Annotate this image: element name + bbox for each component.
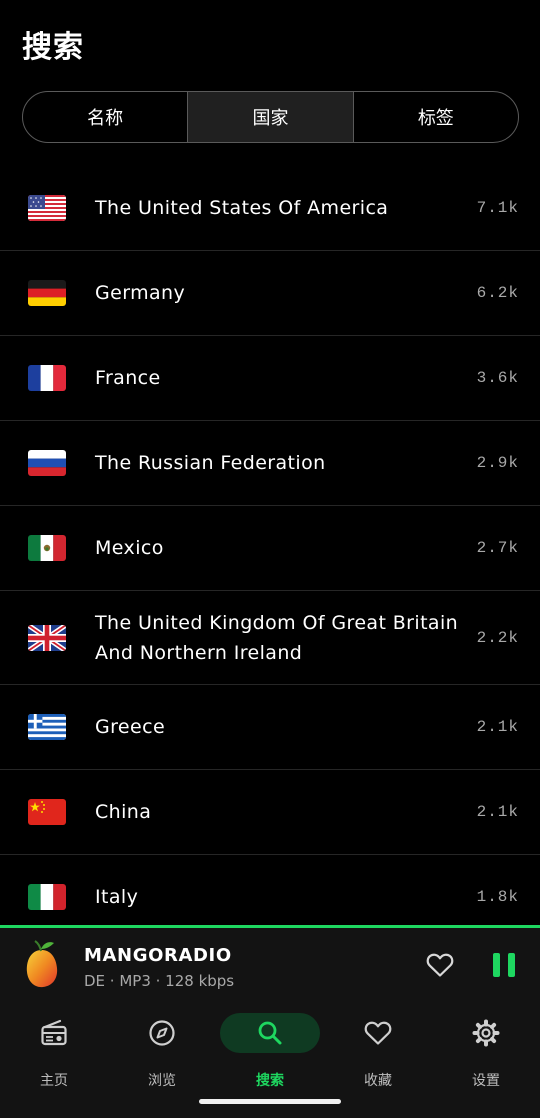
it-flag-icon xyxy=(28,884,66,910)
pause-bar-left xyxy=(493,953,500,977)
list-item[interactable]: Greece 2.1k xyxy=(0,685,540,770)
fr-flag-icon xyxy=(28,365,66,391)
country-name: Mexico xyxy=(95,537,164,559)
gr-flag-icon xyxy=(28,714,66,740)
country-list[interactable]: The United States Of America 7.1k German… xyxy=(0,166,540,926)
list-item[interactable]: France 3.6k xyxy=(0,336,540,421)
page-title: 搜索 xyxy=(22,30,84,65)
country-name: The Russian Federation xyxy=(95,452,326,474)
country-name: The United States Of America xyxy=(95,197,389,219)
us-flag-icon xyxy=(28,195,66,221)
nav-home-label: 主页 xyxy=(40,1073,68,1089)
search-mode-tabs: 名称 国家 标签 xyxy=(22,91,519,143)
tab-country[interactable]: 国家 xyxy=(187,92,353,142)
list-item[interactable]: China 2.1k xyxy=(0,770,540,855)
list-item[interactable]: Germany 6.2k xyxy=(0,251,540,336)
list-item[interactable]: The United Kingdom Of Great Britain And … xyxy=(0,591,540,685)
station-meta: DE · MP3 · 128 kbps xyxy=(84,972,235,990)
nav-favorites-label: 收藏 xyxy=(364,1073,392,1089)
gear-icon xyxy=(456,1013,516,1053)
ru-flag-icon xyxy=(28,450,66,476)
home-indicator[interactable] xyxy=(199,1099,341,1104)
station-count: 2.1k xyxy=(476,803,519,821)
country-name: Germany xyxy=(95,282,186,304)
nav-browse-label: 浏览 xyxy=(148,1073,176,1089)
country-name: Italy xyxy=(95,886,139,908)
tab-tag[interactable]: 标签 xyxy=(352,92,518,142)
station-count: 3.6k xyxy=(476,369,519,387)
favorite-heart-icon[interactable] xyxy=(426,952,454,978)
list-item[interactable]: Mexico 2.7k xyxy=(0,506,540,591)
station-count: 6.2k xyxy=(476,284,519,302)
compass-icon xyxy=(132,1013,192,1053)
pause-button[interactable] xyxy=(490,950,518,980)
nav-browse[interactable]: 浏览 xyxy=(108,1013,216,1093)
pause-bar-right xyxy=(508,953,515,977)
gb-flag-icon xyxy=(28,624,66,651)
station-count: 2.7k xyxy=(476,539,519,557)
nav-settings[interactable]: 设置 xyxy=(432,1013,540,1093)
nav-home[interactable]: 主页 xyxy=(0,1013,108,1093)
mx-flag-icon xyxy=(28,535,66,561)
de-flag-icon xyxy=(28,280,66,306)
mini-player[interactable]: MANGORADIO DE · MP3 · 128 kbps xyxy=(0,925,540,1003)
heart-icon xyxy=(348,1013,408,1053)
list-item[interactable]: The United States Of America 7.1k xyxy=(0,166,540,251)
station-count: 2.9k xyxy=(476,454,519,472)
country-name: France xyxy=(95,367,161,389)
station-count: 1.8k xyxy=(476,888,519,906)
country-name: The United Kingdom Of Great Britain And … xyxy=(95,611,459,664)
list-item[interactable]: Italy 1.8k xyxy=(0,855,540,926)
nav-search-label: 搜索 xyxy=(256,1073,284,1089)
station-name: MANGORADIO xyxy=(84,945,232,966)
radio-icon xyxy=(24,1013,84,1053)
list-item[interactable]: The Russian Federation 2.9k xyxy=(0,421,540,506)
country-name: Greece xyxy=(95,716,166,738)
tab-name[interactable]: 名称 xyxy=(23,92,187,142)
bottom-navigation: 主页 浏览 搜索 收藏 设置 xyxy=(0,1003,540,1118)
cn-flag-icon xyxy=(28,799,66,825)
nav-settings-label: 设置 xyxy=(472,1073,500,1089)
station-count: 2.1k xyxy=(476,718,519,736)
mango-icon xyxy=(26,940,58,988)
search-icon xyxy=(220,1013,320,1053)
nav-search[interactable]: 搜索 xyxy=(216,1013,324,1093)
nav-favorites[interactable]: 收藏 xyxy=(324,1013,432,1093)
country-name: China xyxy=(95,801,152,823)
station-count: 7.1k xyxy=(476,199,519,217)
station-count: 2.2k xyxy=(476,628,519,647)
